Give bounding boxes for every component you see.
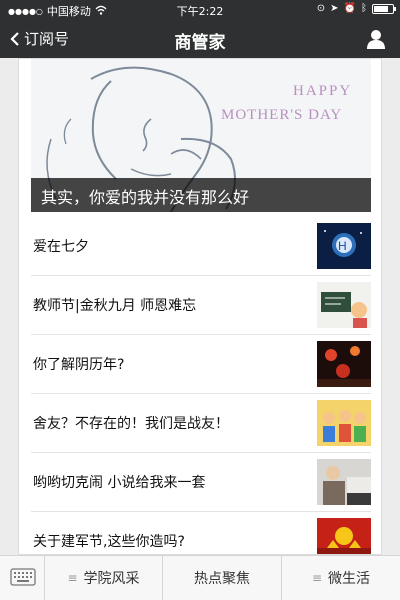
menu-lines-icon: ≡ <box>67 571 78 585</box>
hero-image-text-mothers-day: MOTHER'S DAY <box>221 107 342 123</box>
list-item[interactable]: 你了解阴历年? <box>31 335 371 394</box>
article-title: 舍友？不存在的！我们是战友！ <box>33 416 229 432</box>
tab-label: 热点聚焦 <box>194 571 250 587</box>
tab-micro-life[interactable]: ≡ 微生活 <box>282 556 400 600</box>
tab-label: 微生活 <box>328 571 371 587</box>
rotation-lock-icon: ⊙ <box>316 3 326 14</box>
keyboard-icon <box>10 568 36 586</box>
tab-label: 学院风采 <box>83 571 140 587</box>
menu-lines-icon: ≡ <box>311 571 323 585</box>
article-thumbnail <box>317 341 371 387</box>
list-item[interactable]: 爱在七夕 H <box>31 217 371 276</box>
tab-college-style[interactable]: ≡ 学院风采 <box>45 556 163 600</box>
article-title: 你了解阴历年? <box>33 357 125 373</box>
hero-article[interactable]: HAPPY MOTHER'S DAY 其实，你爱的我并没有那么好 <box>31 59 371 212</box>
hero-caption: 其实，你爱的我并没有那么好 <box>31 178 371 212</box>
alarm-icon: ⏰ <box>343 3 356 14</box>
article-title: 关于建军节,这些你造吗? <box>33 534 185 550</box>
list-item[interactable]: 教师节|金秋九月 师恩难忘 <box>31 276 371 335</box>
user-profile-icon[interactable] <box>366 29 386 49</box>
article-thumbnail <box>317 282 371 328</box>
article-thumbnail: H <box>317 223 371 269</box>
list-item[interactable]: 关于建军节,这些你造吗? <box>31 512 371 554</box>
bottom-menu-bar: ≡ 学院风采 热点聚焦 ≡ 微生活 <box>0 555 400 600</box>
article-thumbnail <box>317 518 371 554</box>
page-title: 商管家 <box>174 33 226 53</box>
article-title: 爱在七夕 <box>33 239 89 255</box>
article-thumbnail <box>317 400 371 446</box>
list-item[interactable]: 哟哟切克闹 小说给我来一套 <box>31 453 371 512</box>
hero-image-text-happy: HAPPY <box>293 83 352 99</box>
article-list-card: HAPPY MOTHER'S DAY 其实，你爱的我并没有那么好 爱在七夕 H … <box>18 58 382 555</box>
list-item[interactable]: 舍友？不存在的！我们是战友！ <box>31 394 371 453</box>
battery-icon <box>372 3 396 14</box>
status-bar: ●●●●○ 中国移动 下午2:22 ⊙ ➤ ⏰ ᛒ <box>0 0 400 20</box>
article-title: 教师节|金秋九月 师恩难忘 <box>33 298 197 314</box>
article-title: 哟哟切克闹 小说给我来一套 <box>33 475 206 491</box>
article-thumbnail <box>317 459 371 505</box>
keyboard-toggle-button[interactable] <box>0 556 45 600</box>
article-list: 爱在七夕 H 教师节|金秋九月 师恩难忘 你了解阴历年? 舍友？不存在的！我们是… <box>31 217 371 554</box>
location-icon: ➤ <box>330 3 339 14</box>
bluetooth-icon: ᛒ <box>361 3 367 14</box>
tab-hot-topics[interactable]: 热点聚焦 <box>163 556 282 600</box>
svg-text:H: H <box>338 239 347 253</box>
nav-bar: 订阅号 商管家 <box>0 20 400 58</box>
